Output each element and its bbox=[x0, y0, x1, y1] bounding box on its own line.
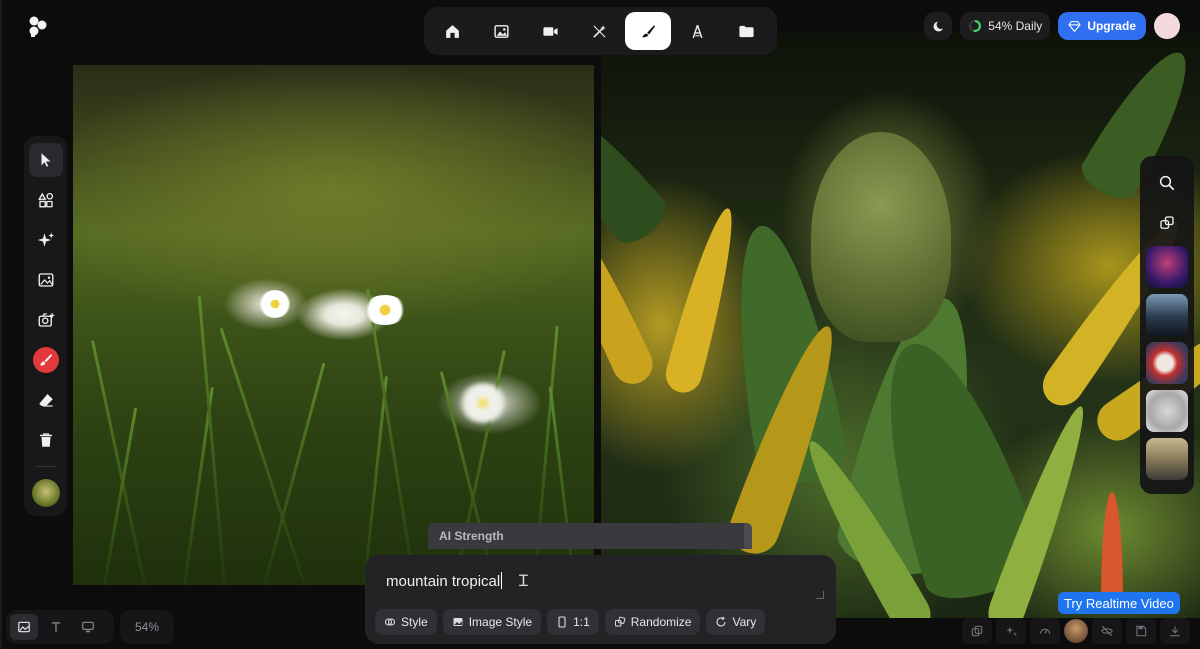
rail-divider bbox=[34, 466, 57, 467]
vary-label: Vary bbox=[732, 615, 757, 629]
style-icon bbox=[384, 618, 396, 626]
prompt-panel: mountain tropical Ɪ Style Image Style 1:… bbox=[365, 555, 836, 644]
camera-icon[interactable] bbox=[29, 303, 63, 337]
search-icon[interactable] bbox=[1150, 166, 1184, 200]
style-button[interactable]: Style bbox=[375, 609, 437, 635]
view-mode-switcher bbox=[6, 610, 114, 644]
eraser-icon[interactable] bbox=[29, 383, 63, 417]
randomize-label: Randomize bbox=[630, 615, 692, 629]
speed-icon[interactable] bbox=[1030, 618, 1060, 644]
try-realtime-label: Try Realtime Video bbox=[1064, 595, 1174, 611]
magic-wand-icon[interactable] bbox=[576, 12, 622, 50]
image-style-button[interactable]: Image Style bbox=[442, 609, 542, 635]
enhance-icon[interactable] bbox=[996, 618, 1026, 644]
mode-toolbar bbox=[424, 7, 777, 55]
text-cursor-icon: Ɪ bbox=[519, 571, 528, 590]
canvas-tools-rail bbox=[24, 136, 67, 516]
save-icon[interactable] bbox=[1126, 618, 1156, 644]
user-avatar-small[interactable] bbox=[1064, 619, 1088, 643]
clover-logo-icon[interactable] bbox=[28, 16, 48, 38]
diamond-icon bbox=[1068, 20, 1081, 32]
daily-usage-indicator[interactable]: 54% Daily bbox=[960, 12, 1051, 40]
ai-strength-handle[interactable] bbox=[744, 523, 752, 549]
avatar[interactable] bbox=[1154, 13, 1180, 39]
video-icon[interactable] bbox=[527, 12, 573, 50]
screen-mode-icon[interactable] bbox=[74, 614, 102, 640]
usage-ring-icon bbox=[969, 20, 982, 32]
moon-icon[interactable] bbox=[924, 12, 953, 40]
history-thumbnail[interactable] bbox=[1146, 246, 1188, 288]
shapes-icon[interactable] bbox=[29, 183, 63, 217]
aspect-ratio-icon bbox=[558, 616, 566, 628]
layers-icon[interactable] bbox=[1150, 206, 1184, 240]
select-arrow-icon[interactable] bbox=[28, 143, 63, 177]
history-thumbnail[interactable] bbox=[1146, 342, 1188, 384]
history-rail bbox=[1140, 156, 1194, 494]
prompt-actions: Style Image Style 1:1 Randomize Vary bbox=[375, 609, 766, 635]
resize-grip-icon[interactable] bbox=[816, 591, 824, 599]
history-thumbnail[interactable] bbox=[1146, 438, 1188, 480]
copy-icon[interactable] bbox=[962, 618, 992, 644]
reference-thumbnail[interactable] bbox=[29, 476, 63, 510]
vary-icon bbox=[716, 616, 727, 627]
image-icon[interactable] bbox=[478, 12, 524, 50]
daily-usage-text: 54% Daily bbox=[988, 19, 1043, 33]
home-icon[interactable] bbox=[429, 12, 475, 50]
style-label: Style bbox=[401, 615, 428, 629]
randomize-icon bbox=[614, 616, 626, 627]
download-icon[interactable] bbox=[1160, 618, 1190, 644]
vary-button[interactable]: Vary bbox=[706, 609, 766, 635]
prompt-text: mountain tropical bbox=[386, 573, 501, 590]
aspect-ratio-button[interactable]: 1:1 bbox=[547, 609, 599, 635]
text-pen-icon[interactable] bbox=[674, 12, 720, 50]
text-caret bbox=[501, 572, 503, 589]
randomize-button[interactable]: Randomize bbox=[604, 609, 701, 635]
image-mode-icon[interactable] bbox=[10, 614, 38, 640]
brush-icon[interactable] bbox=[625, 12, 671, 50]
image-style-icon bbox=[453, 618, 463, 626]
upgrade-label: Upgrade bbox=[1087, 19, 1136, 33]
zoom-level[interactable]: 54% bbox=[120, 610, 174, 644]
try-realtime-video-button[interactable]: Try Realtime Video bbox=[1058, 592, 1180, 614]
ai-strength-label: AI Strength bbox=[439, 529, 504, 543]
upgrade-button[interactable]: Upgrade bbox=[1058, 12, 1146, 40]
ai-strength-slider[interactable]: AI Strength bbox=[428, 523, 752, 549]
brush-color-icon[interactable] bbox=[29, 343, 63, 377]
hide-icon[interactable] bbox=[1092, 618, 1122, 644]
sparkle-icon[interactable] bbox=[29, 223, 63, 257]
history-thumbnail[interactable] bbox=[1146, 390, 1188, 432]
zoom-value: 54% bbox=[134, 620, 160, 634]
aspect-ratio-label: 1:1 bbox=[573, 615, 590, 629]
account-bar: 54% Daily Upgrade bbox=[924, 12, 1180, 40]
history-thumbnail[interactable] bbox=[1146, 294, 1188, 336]
prompt-input[interactable]: mountain tropical bbox=[386, 572, 503, 590]
output-actions-bar bbox=[960, 616, 1196, 646]
image-add-icon[interactable] bbox=[29, 263, 63, 297]
trash-icon[interactable] bbox=[29, 423, 63, 457]
text-mode-icon[interactable] bbox=[42, 614, 70, 640]
folder-icon[interactable] bbox=[723, 12, 769, 50]
source-image-canvas[interactable] bbox=[73, 65, 594, 585]
image-style-label: Image Style bbox=[468, 615, 533, 629]
